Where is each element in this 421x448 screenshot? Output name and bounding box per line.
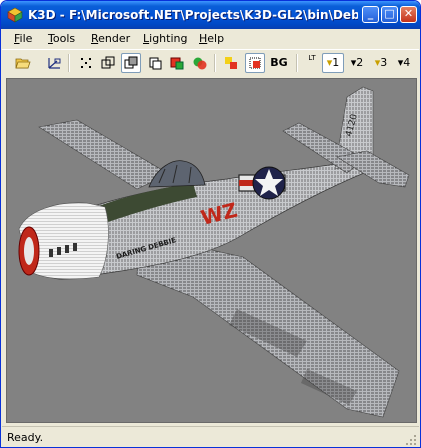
menu-help[interactable]: Help (199, 31, 224, 47)
wireframe-mode-button[interactable] (98, 53, 118, 73)
light-4-button[interactable]: ▾4 (394, 53, 414, 73)
close-icon: ✕ (403, 7, 414, 20)
points-mode-button[interactable] (76, 53, 96, 73)
toolbar-separator (296, 54, 298, 72)
light-2-label: 2 (356, 56, 364, 69)
k3d-app-icon[interactable] (7, 7, 23, 23)
light-1-button[interactable]: ▾1 (322, 53, 344, 73)
minimize-icon: _ (367, 7, 374, 20)
texture-button[interactable] (221, 53, 241, 73)
minimize-button[interactable]: _ (362, 6, 379, 23)
toolbar-separator (214, 54, 216, 72)
light-1-label: 1 (332, 56, 340, 69)
menu-bar: File Tools Render Lighting Help (2, 29, 419, 48)
close-button[interactable]: ✕ (400, 6, 417, 23)
axes-button[interactable] (44, 53, 64, 73)
maximize-icon: □ (384, 7, 395, 20)
material-red-button[interactable] (167, 53, 187, 73)
canopy (148, 160, 206, 188)
open-button[interactable] (13, 53, 33, 73)
material-mix-button[interactable] (190, 53, 210, 73)
copy-icon (149, 57, 162, 70)
color-cube-red-icon (170, 57, 184, 70)
points-icon (81, 58, 91, 68)
solid-cube-icon (124, 56, 138, 69)
window-title: K3D - F:\Microsoft.NET\Projects\K3D-GL2\… (28, 8, 358, 22)
lighting-toggle-label: LT (308, 54, 316, 62)
menu-file[interactable]: File (14, 31, 32, 47)
menu-tools[interactable]: Tools (48, 31, 75, 47)
toolbar: BG LT ▾1 ▾2 ▾3 ▾4 (2, 49, 419, 76)
resize-grip-icon[interactable] (405, 434, 417, 446)
background-swatch-icon (249, 57, 261, 69)
maximize-button[interactable]: □ (381, 6, 398, 23)
wireframe-cube-icon (101, 56, 115, 69)
left-wing (38, 119, 170, 190)
light-3-button[interactable]: ▾3 (370, 53, 392, 73)
light-3-label: 3 (380, 56, 388, 69)
status-text: Ready. (7, 431, 44, 444)
menu-render[interactable]: Render (91, 31, 130, 47)
bg-button[interactable]: BG (268, 53, 290, 73)
menu-lighting[interactable]: Lighting (143, 31, 187, 47)
folder-open-icon (15, 58, 31, 69)
lighting-toggle-button[interactable]: LT (302, 53, 322, 73)
axes-icon (48, 58, 61, 69)
copy-view-button[interactable] (145, 53, 165, 73)
app-window: K3D - F:\Microsoft.NET\Projects\K3D-GL2\… (0, 0, 421, 448)
3d-viewport[interactable]: WZ DARING DEBBIE 4120 (6, 78, 417, 423)
background-color-button[interactable] (245, 53, 265, 73)
title-bar[interactable]: K3D - F:\Microsoft.NET\Projects\K3D-GL2\… (1, 1, 420, 29)
toolbar-separator (68, 54, 70, 72)
light-4-label: 4 (403, 56, 411, 69)
color-cube-mix-icon (193, 57, 207, 70)
status-bar: Ready. (2, 426, 419, 447)
palette-icon (225, 57, 237, 69)
aircraft-model: WZ DARING DEBBIE 4120 (18, 86, 410, 418)
light-2-button[interactable]: ▾2 (346, 53, 368, 73)
solid-mode-button[interactable] (121, 53, 141, 73)
